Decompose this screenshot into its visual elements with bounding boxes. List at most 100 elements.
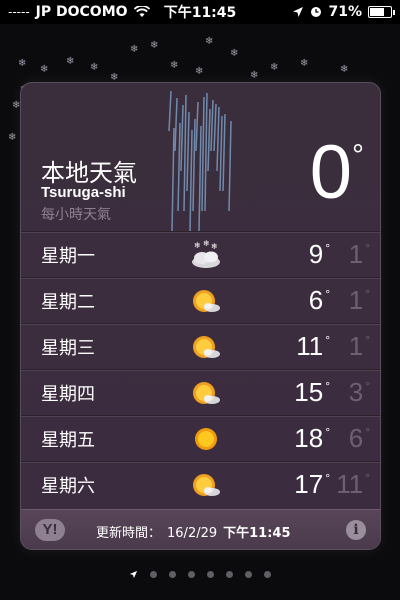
battery-percent: 71% <box>328 4 362 20</box>
snowflake-icon: ❄ <box>150 40 159 51</box>
forecast-low: 1 ° <box>348 285 370 315</box>
page-indicator[interactable] <box>0 570 400 579</box>
card-footer: Y! 更新時間： 16/2/29 下午11:45 i <box>21 509 380 549</box>
snowflake-icon: ❄ <box>230 48 239 59</box>
rain-streak <box>189 129 193 232</box>
forecast-row: 星期五 18 ° 6 ° <box>21 415 380 461</box>
rain-streak <box>198 125 202 232</box>
forecast-day: 星期二 <box>41 291 95 313</box>
snowflake-icon: ❄ <box>130 44 139 55</box>
location-arrow-icon <box>293 7 304 17</box>
forecast-day: 星期六 <box>41 475 95 497</box>
rain-streak <box>204 92 208 212</box>
forecast-high: 6 ° <box>308 285 330 315</box>
forecast-row: 星期一 ❄ ❄ ❄ 9 ° 1 ° <box>21 231 380 277</box>
snowflake-icon: ❄ <box>18 58 27 69</box>
svg-text:❄: ❄ <box>211 242 218 251</box>
partly-cloudy-icon <box>193 336 220 358</box>
location-page-icon[interactable] <box>129 570 138 579</box>
rain-streak <box>174 97 178 152</box>
rain-streak <box>195 101 199 152</box>
hourly-weather-link[interactable]: 每小時天氣 <box>41 204 111 224</box>
status-bar: ----- JP DOCOMO 下午11:45 71% <box>0 0 400 24</box>
page-dot[interactable] <box>245 571 252 578</box>
signal-indicator: ----- <box>8 5 30 19</box>
snowflake-icon: ❄ <box>170 60 179 71</box>
rain-streak <box>186 111 190 192</box>
rain-streak <box>183 94 187 212</box>
snowflake-icon: ❄ <box>250 70 259 81</box>
partly-cloudy-icon <box>193 474 220 496</box>
rain-streak <box>207 108 211 172</box>
page-dot[interactable] <box>264 571 271 578</box>
last-updated: 更新時間： 16/2/29 下午11:45 <box>96 522 297 541</box>
forecast-day: 星期三 <box>41 337 95 359</box>
rain-streak <box>228 120 232 212</box>
forecast-high: 15 ° <box>294 377 330 407</box>
current-temperature: 0° <box>309 130 364 215</box>
partly-cloudy-icon <box>193 382 220 404</box>
location-title: 本地天氣 <box>41 159 137 187</box>
city-name: Tsuruga-shi <box>41 184 126 201</box>
svg-text:❄: ❄ <box>203 239 210 248</box>
rain-streak <box>210 99 214 152</box>
battery-icon <box>368 6 395 18</box>
forecast-low: 11 ° <box>336 469 370 499</box>
forecast-row: 星期二 6 ° 1 ° <box>21 277 380 323</box>
rain-streak <box>216 106 220 172</box>
partly-cloudy-icon <box>193 290 220 312</box>
yahoo-logo-button[interactable]: Y! <box>35 519 65 541</box>
snowflake-icon: ❄ <box>300 58 309 69</box>
page-dot[interactable] <box>188 571 195 578</box>
forecast-low: 1 ° <box>348 331 370 361</box>
snowflake-icon: ❄ <box>40 64 49 75</box>
page-dot[interactable] <box>207 571 214 578</box>
rain-animation <box>168 90 232 232</box>
updated-label: 更新時間： <box>96 526 162 541</box>
snowflake-icon: ❄ <box>8 132 17 143</box>
snowflake-icon: ❄ <box>195 66 204 77</box>
forecast-list: 星期一 ❄ ❄ ❄ 9 ° 1 ° 星期二 6 ° 1 ° 星期三 11 ° 1 ° 星期四 15 ° 3 ° 星期五 18 ° 6… <box>21 231 380 507</box>
forecast-high: 9 ° <box>308 239 330 269</box>
alarm-clock-icon <box>311 7 322 17</box>
forecast-low: 1 ° <box>348 239 370 269</box>
snowflake-icon: ❄ <box>270 62 279 73</box>
page-dot[interactable] <box>169 571 176 578</box>
rain-streak <box>213 103 217 152</box>
rain-streak <box>192 118 196 212</box>
rain-streak <box>201 96 205 212</box>
forecast-high: 17 ° <box>294 469 330 499</box>
forecast-day: 星期五 <box>41 429 95 451</box>
page-dot[interactable] <box>226 571 233 578</box>
forecast-row: 星期六 17 ° 11 ° <box>21 461 380 507</box>
rain-streak <box>168 90 172 132</box>
snowflake-icon: ❄ <box>340 64 349 75</box>
rain-streak <box>177 122 181 212</box>
updated-time: 下午11:45 <box>223 526 291 541</box>
rain-streak <box>171 127 175 232</box>
carrier-name: JP DOCOMO <box>35 4 128 20</box>
forecast-high: 18 ° <box>294 423 330 453</box>
forecast-low: 6 ° <box>348 423 370 453</box>
info-button[interactable]: i <box>346 520 366 540</box>
rain-streak <box>219 115 223 192</box>
weather-card[interactable]: 本地天氣 Tsuruga-shi 每小時天氣 0° 星期一 ❄ ❄ ❄ 9 ° 1 ° 星期二 6… <box>20 82 381 550</box>
snowflake-icon: ❄ <box>205 36 214 47</box>
snowflake-icon: ❄ <box>90 62 99 73</box>
svg-text:❄: ❄ <box>194 241 201 250</box>
rain-streak <box>222 113 226 192</box>
snowflake-icon: ❄ <box>66 56 75 67</box>
forecast-low: 3 ° <box>348 377 370 407</box>
forecast-day: 星期一 <box>41 245 95 267</box>
card-header: 本地天氣 Tsuruga-shi 每小時天氣 0° <box>21 83 380 232</box>
status-time: 下午11:45 <box>163 5 237 21</box>
forecast-row: 星期四 15 ° 3 ° <box>21 369 380 415</box>
rain-streak <box>180 104 184 172</box>
snow-cloud-icon: ❄ ❄ ❄ <box>192 239 220 268</box>
page-dot[interactable] <box>150 571 157 578</box>
updated-date: 16/2/29 <box>167 526 218 541</box>
forecast-day: 星期四 <box>41 383 95 405</box>
forecast-high: 11 ° <box>296 331 330 361</box>
wifi-icon <box>133 6 150 17</box>
battery-fill <box>370 8 385 16</box>
